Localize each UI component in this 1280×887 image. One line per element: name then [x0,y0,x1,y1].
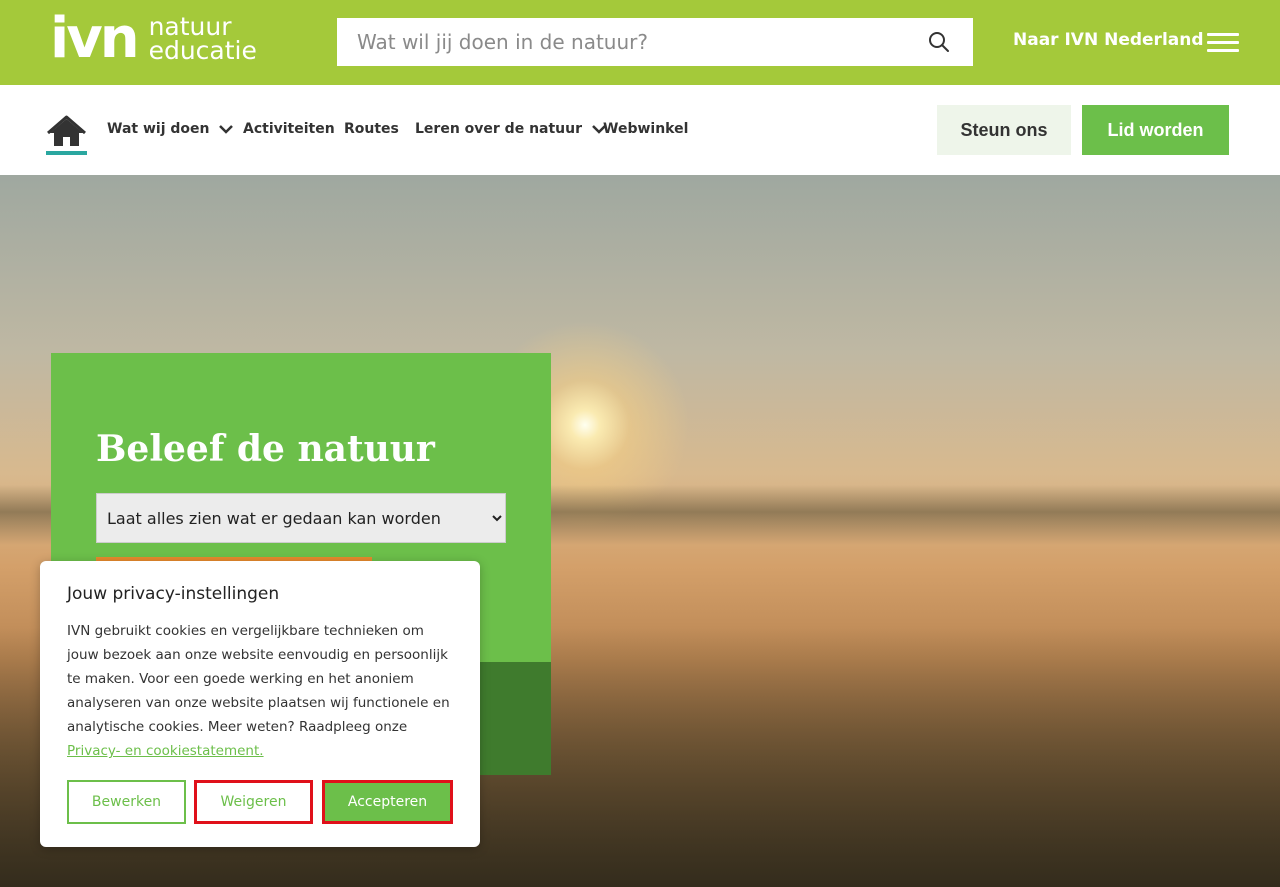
logo-text-line-2: educatie [148,36,257,65]
nav-item-wat-wij-doen[interactable]: Wat wij doen [107,121,234,137]
nav-item-routes[interactable]: Routes [344,121,399,137]
cookie-consent-dialog: Jouw privacy-instellingen IVN gebruikt c… [40,561,480,847]
cookie-body: IVN gebruikt cookies en vergelijkbare te… [67,619,457,763]
privacy-statement-link[interactable]: Privacy- en cookiestatement. [67,743,264,759]
home-active-indicator [46,151,87,155]
cookie-edit-button[interactable]: Bewerken [67,780,186,824]
logo-text: natuur educatie [148,14,257,65]
hero-title: Beleef de natuur [96,428,435,470]
steun-ons-button[interactable]: Steun ons [937,105,1071,155]
chevron-down-icon [219,125,234,134]
home-icon[interactable] [46,112,87,155]
search-icon[interactable] [927,30,951,54]
hamburger-menu-icon[interactable] [1207,33,1239,53]
nav-item-label: Activiteiten [243,121,335,137]
nav-item-activiteiten[interactable]: Activiteiten [243,121,335,137]
main-nav: Wat wij doen Activiteiten Routes Leren o… [0,85,1280,175]
cookie-title: Jouw privacy-instellingen [67,584,280,604]
naar-ivn-nederland-link[interactable]: Naar IVN Nederland [1013,30,1204,50]
top-bar: ivn natuur educatie Naar IVN Nederland [0,0,1280,85]
cookie-body-text: IVN gebruikt cookies en vergelijkbare te… [67,623,450,735]
logo-mark: ivn [50,6,140,71]
cookie-accept-button[interactable]: Accepteren [322,780,453,824]
search-input[interactable] [337,18,897,66]
activity-select[interactable]: Laat alles zien wat er gedaan kan worden [96,493,506,543]
lid-worden-button[interactable]: Lid worden [1082,105,1229,155]
nav-item-label: Routes [344,121,399,137]
cookie-refuse-button[interactable]: Weigeren [194,780,313,824]
nav-item-webwinkel[interactable]: Webwinkel [603,121,688,137]
ivn-logo[interactable]: ivn natuur educatie [50,10,257,68]
nav-item-label: Webwinkel [603,121,689,137]
nav-item-leren-over-de-natuur[interactable]: Leren over de natuur [415,121,606,137]
nav-item-label: Wat wij doen [107,121,210,137]
search-box [337,18,973,66]
nav-item-label: Leren over de natuur [415,121,583,137]
